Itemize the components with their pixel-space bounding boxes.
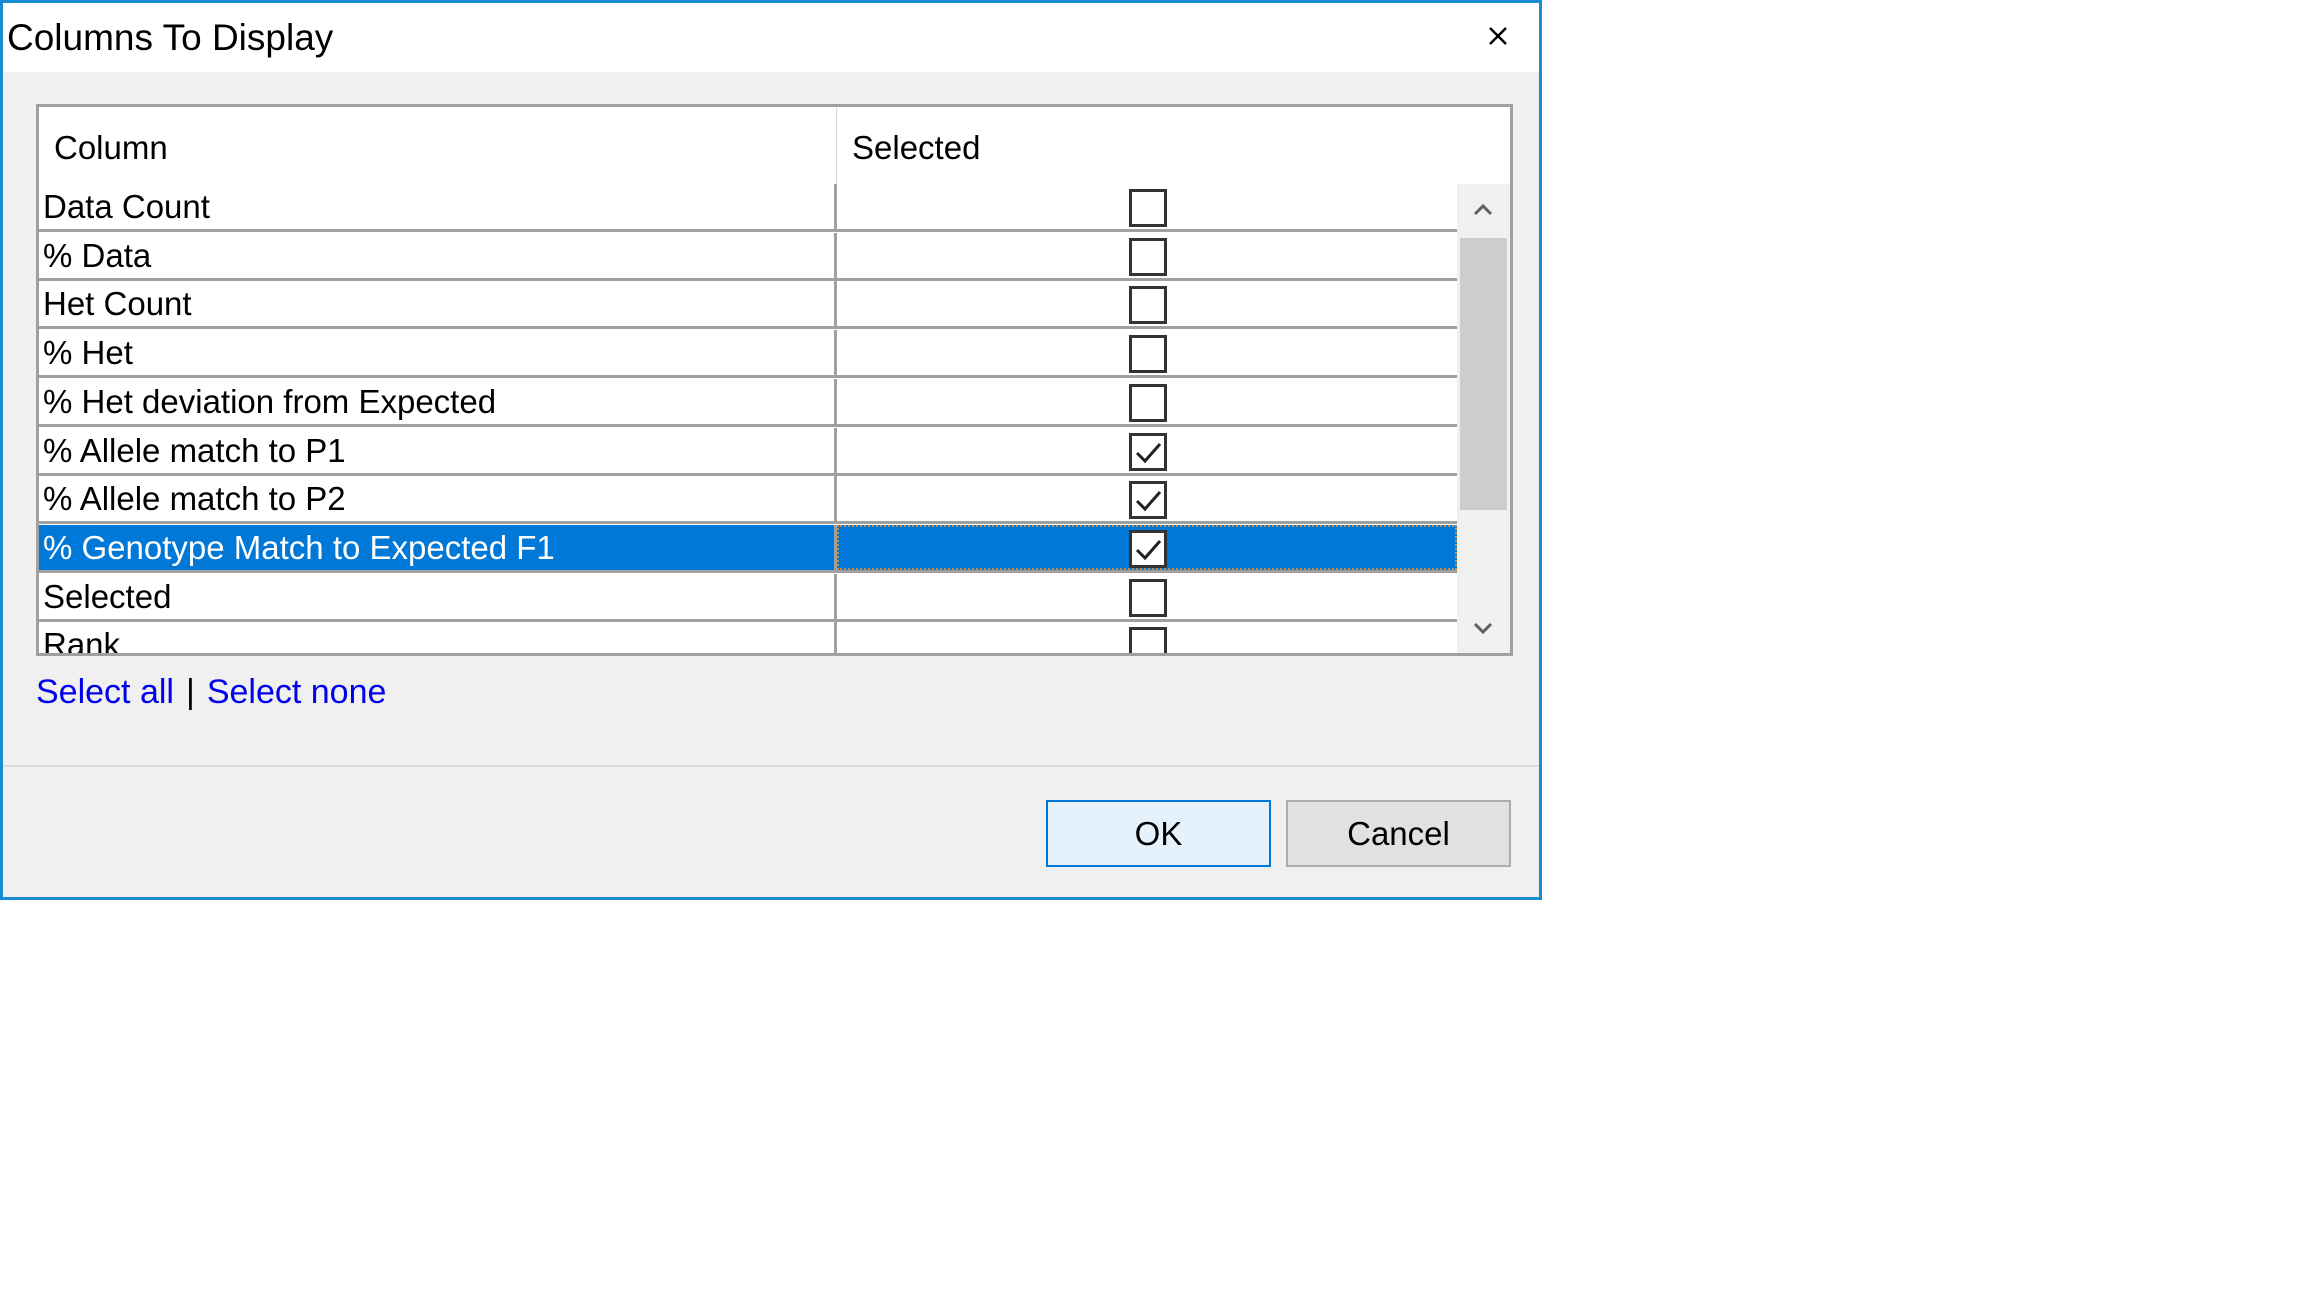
columns-grid: Column Selected Data Count% Data Het Coun… (36, 104, 1513, 656)
selected-cell (837, 428, 1457, 473)
selected-checkbox[interactable] (1129, 189, 1167, 227)
scroll-down-button[interactable] (1457, 603, 1510, 653)
selected-cell (837, 524, 1457, 570)
selected-checkbox[interactable] (1129, 578, 1167, 617)
table-row[interactable]: Selected (39, 573, 1457, 622)
select-all-link[interactable]: Select all (36, 673, 174, 711)
ok-button[interactable]: OK (1046, 800, 1271, 867)
selected-cell (837, 379, 1457, 424)
table-row[interactable]: % Data (39, 232, 1457, 281)
selected-checkbox[interactable] (1129, 481, 1167, 520)
selection-links: Select all | Select none (36, 673, 386, 712)
title-bar: Columns To Display (3, 3, 1539, 72)
columns-dialog: Columns To Display Column Selected Data … (0, 0, 1542, 900)
selected-cell (837, 281, 1457, 326)
selected-checkbox[interactable] (1129, 335, 1167, 374)
selected-cell (837, 184, 1457, 229)
checkmark-icon (1135, 491, 1162, 512)
column-header-selected[interactable]: Selected (837, 107, 1457, 184)
close-button[interactable] (1473, 13, 1521, 61)
table-row[interactable]: Het Count (39, 281, 1457, 330)
table-row[interactable]: % Genotype Match to Expected F1 (39, 524, 1457, 573)
selected-cell (837, 330, 1457, 375)
checkmark-icon (1135, 539, 1162, 561)
chevron-up-icon (1473, 203, 1493, 216)
select-none-link[interactable]: Select none (207, 673, 387, 711)
footer-divider (3, 765, 1539, 767)
column-name-cell: % Genotype Match to Expected F1 (39, 524, 837, 570)
checkmark-icon (1135, 442, 1162, 463)
table-row[interactable]: Rank (39, 622, 1457, 653)
column-name-cell: Rank (39, 622, 837, 653)
selected-checkbox[interactable] (1129, 286, 1167, 325)
selected-checkbox[interactable] (1129, 237, 1167, 276)
column-name-cell: % Allele match to P2 (39, 476, 837, 522)
column-name-cell: Data Count (39, 184, 837, 229)
close-icon (1489, 27, 1507, 45)
selected-checkbox[interactable] (1129, 529, 1167, 568)
selected-cell (837, 233, 1457, 278)
column-name-cell: Selected (39, 573, 837, 619)
column-name-cell: % Data (39, 232, 837, 278)
chevron-down-icon (1473, 622, 1493, 635)
vertical-scrollbar[interactable] (1457, 184, 1510, 653)
link-separator: | (185, 673, 195, 711)
column-name-cell: % Het (39, 330, 837, 376)
selected-cell (837, 622, 1457, 653)
column-header-column[interactable]: Column (39, 107, 837, 184)
selected-checkbox[interactable] (1129, 383, 1167, 422)
column-name-cell: Het Count (39, 281, 837, 327)
table-row[interactable]: % Het (39, 330, 1457, 379)
table-row[interactable]: % Allele match to P2 (39, 476, 1457, 525)
selected-checkbox[interactable] (1129, 627, 1167, 653)
dialog-title: Columns To Display (7, 17, 334, 58)
scroll-up-button[interactable] (1457, 184, 1510, 234)
grid-header: Column Selected (39, 107, 1457, 184)
selected-cell (837, 574, 1457, 619)
column-name-cell: % Het deviation from Expected (39, 378, 837, 424)
cancel-button[interactable]: Cancel (1286, 800, 1511, 867)
table-row[interactable]: % Het deviation from Expected (39, 378, 1457, 427)
scroll-thumb[interactable] (1460, 238, 1507, 510)
table-row[interactable]: % Allele match to P1 (39, 427, 1457, 476)
column-name-cell: % Allele match to P1 (39, 427, 837, 473)
table-row[interactable]: Data Count (39, 184, 1457, 232)
selected-cell (837, 476, 1457, 521)
selected-checkbox[interactable] (1129, 432, 1167, 471)
